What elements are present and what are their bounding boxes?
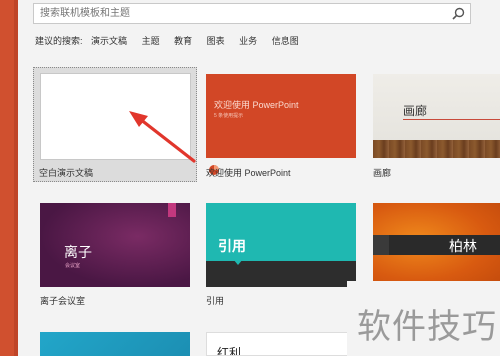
suggested-searches: 建议的搜索: 演示文稿 主题 教育 图表 业务 信息图: [35, 34, 311, 47]
suggestion-link[interactable]: 图表: [207, 34, 225, 47]
thumb-corner-tab: [168, 203, 176, 217]
thumb-pointer: [233, 259, 243, 265]
thumb-title: 柏林: [449, 238, 477, 254]
template-thumb-dividend[interactable]: 红利: [206, 332, 356, 356]
sidebar-shadow: [14, 0, 18, 356]
template-caption: 引用: [206, 296, 225, 306]
template-thumb-welcome[interactable]: 欢迎使用 PowerPoint 5 条使用提示: [206, 74, 356, 158]
suggestion-link[interactable]: 演示文稿: [91, 34, 127, 47]
thumb-title: 离子: [64, 244, 92, 260]
thumb-title: 画廊: [403, 104, 428, 118]
thumb-dark-band: [373, 235, 500, 255]
template-caption: 欢迎使用 PowerPoint: [206, 168, 291, 178]
template-caption: 离子会议室: [40, 296, 86, 306]
thumb-wood-floor: [373, 140, 500, 158]
template-thumb-ion[interactable]: 离子 会议室: [40, 203, 190, 287]
template-caption: 画廊: [373, 168, 392, 178]
watermark: 软件技巧: [347, 281, 500, 356]
watermark-text: 软件技巧: [357, 307, 497, 347]
search-input[interactable]: [34, 4, 450, 23]
suggestion-link[interactable]: 主题: [142, 34, 160, 47]
template-thumb-berlin[interactable]: 柏林: [373, 203, 500, 287]
red-arrow-annotation: [129, 111, 196, 163]
template-caption: 空白演示文稿: [39, 168, 94, 178]
thumb-title: 红利: [217, 346, 242, 356]
template-thumb-gallery[interactable]: 画廊: [373, 74, 500, 158]
thumb-title: 引用: [218, 238, 246, 254]
thumb-band-accent: [373, 235, 389, 255]
suggestion-link[interactable]: 教育: [174, 34, 192, 47]
search-box[interactable]: [33, 3, 471, 24]
suggested-label: 建议的搜索:: [35, 36, 83, 46]
template-thumb-quote[interactable]: 引用: [206, 203, 356, 287]
suggestion-link[interactable]: 信息图: [272, 34, 299, 47]
thumb-title: 欢迎使用 PowerPoint: [214, 100, 299, 110]
suggestion-link[interactable]: 业务: [239, 34, 257, 47]
left-sidebar-edge: [0, 0, 18, 356]
search-icon[interactable]: [450, 6, 466, 22]
thumb-subtitle: 5 条使用提示: [214, 113, 244, 119]
thumb-subtitle: 会议室: [65, 263, 81, 269]
template-thumb-row3-left[interactable]: [40, 332, 190, 356]
thumb-accent-line: [403, 119, 500, 120]
